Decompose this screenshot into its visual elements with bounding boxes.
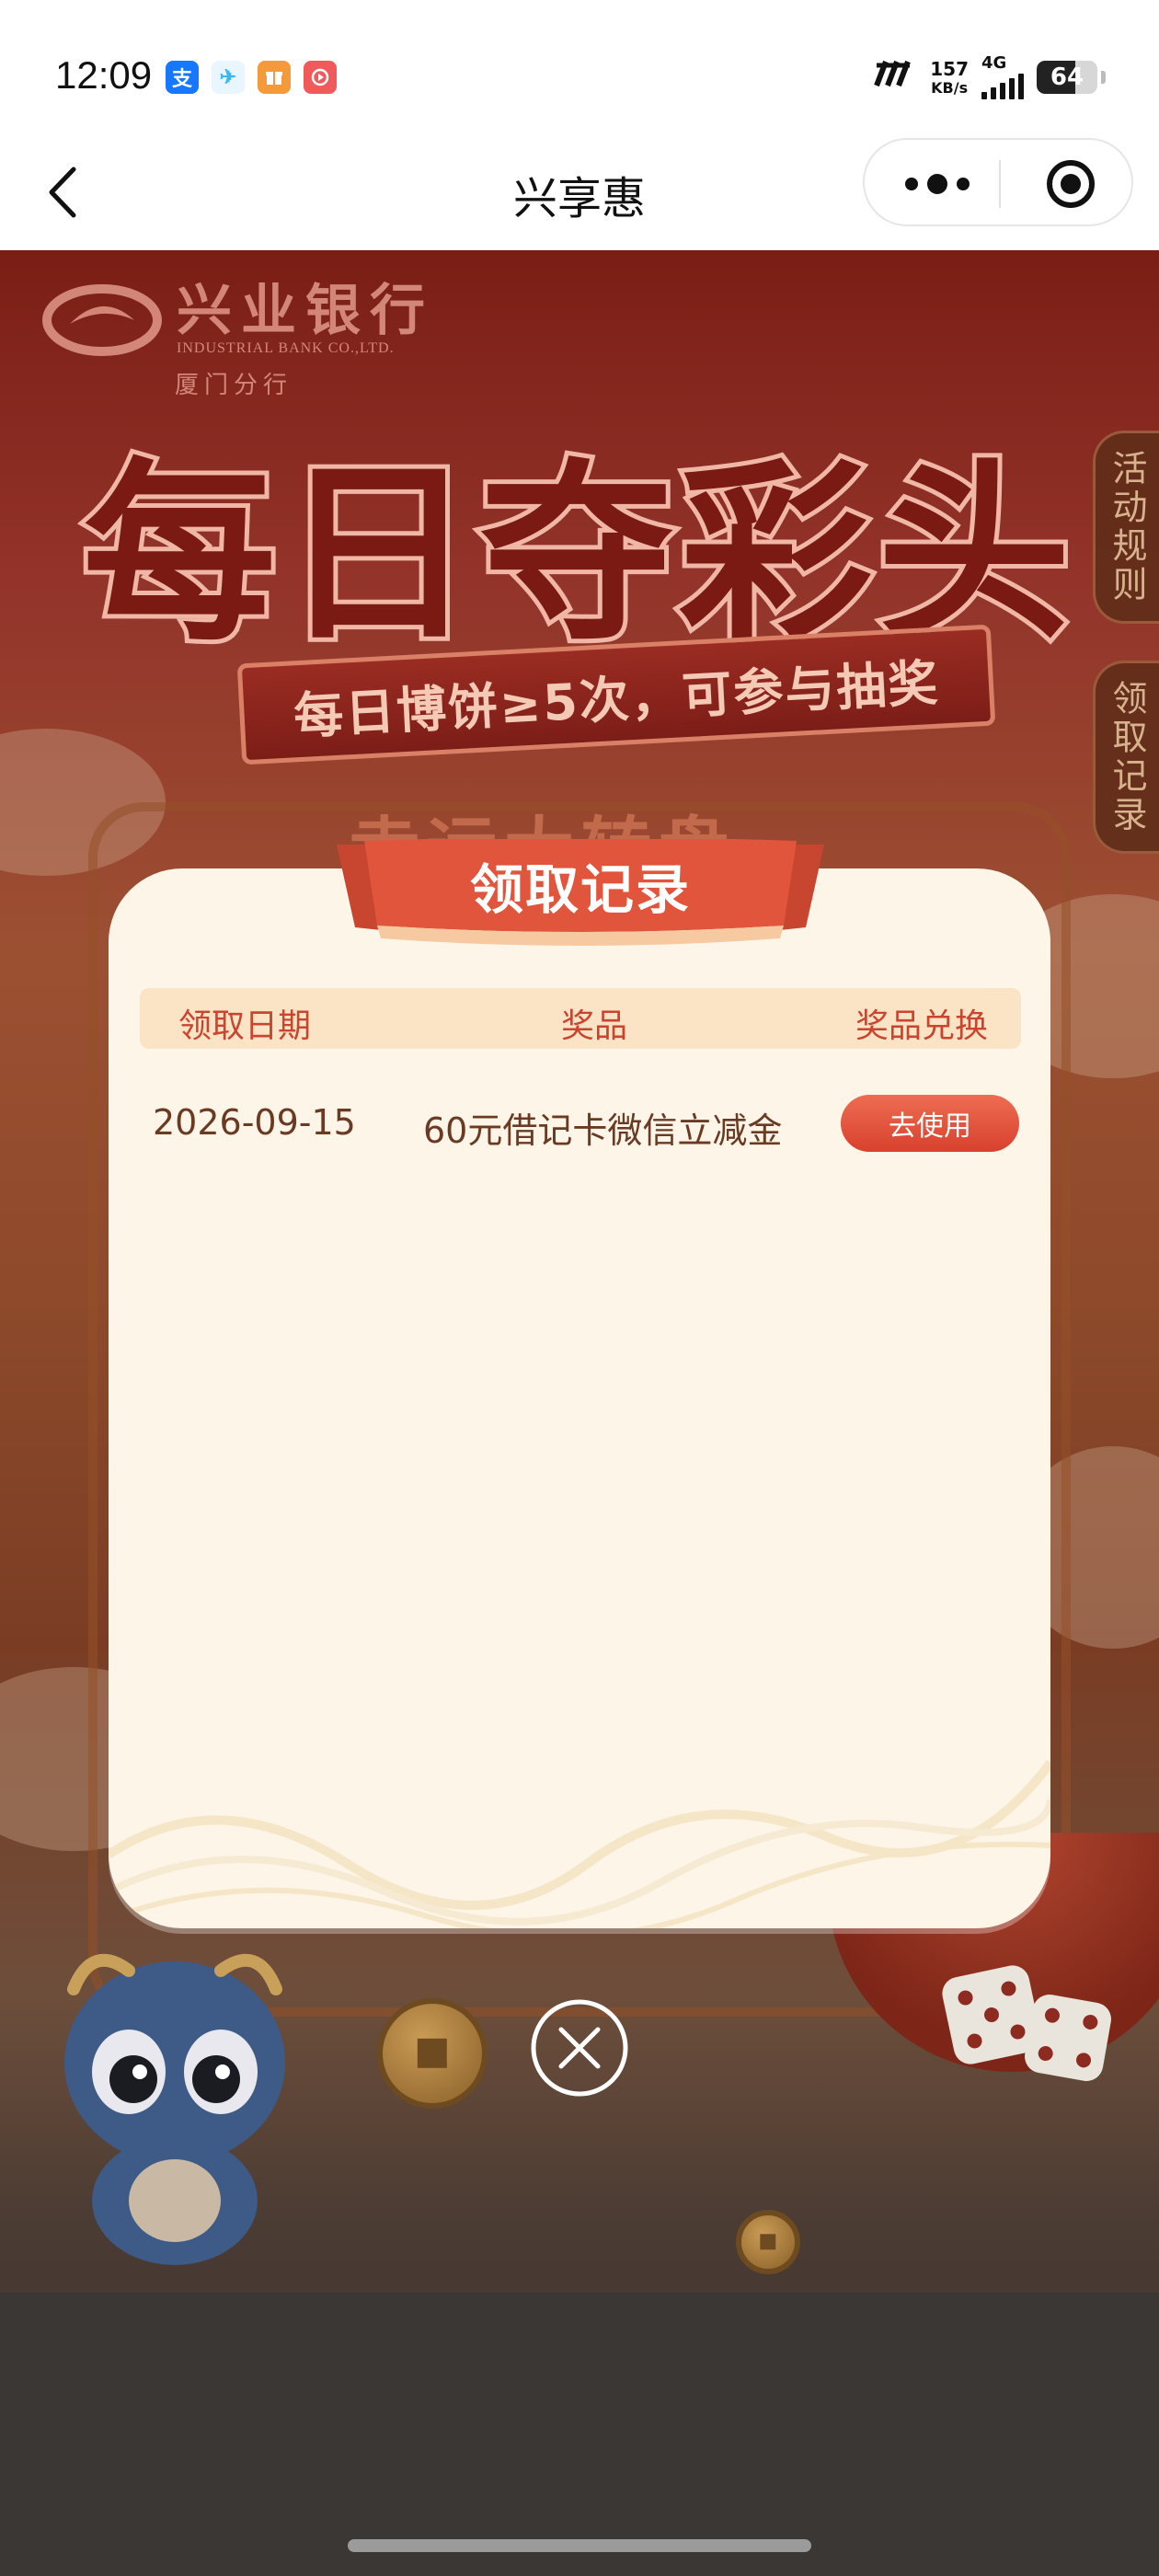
row-prize: 60元借记卡微信立减金 — [423, 1110, 783, 1151]
network-speed-value: 157 — [930, 57, 969, 80]
status-time: 12:09 — [55, 53, 153, 97]
modal-title-ribbon: 领取记录 — [337, 837, 824, 949]
status-bar: 12:09 支 ✈ 157 KB/s 4G 64 — [0, 0, 1159, 138]
industrial-bank-logo-icon — [42, 284, 162, 356]
bank-name: 兴业银行 — [177, 279, 434, 343]
close-modal-button[interactable] — [530, 1998, 629, 2098]
close-mini-program-button[interactable] — [1045, 158, 1096, 210]
battery-icon: 64 — [1037, 61, 1097, 94]
side-tab-records[interactable]: 领取记录 — [1093, 661, 1159, 854]
side-tab-rules-label: 活动规则 — [1107, 450, 1147, 604]
shop-app-icon — [258, 61, 291, 94]
column-header-prize: 奖品 — [561, 1007, 628, 1045]
paper-plane-app-icon: ✈ — [212, 61, 245, 94]
cellular-signal-icon: 4G — [981, 55, 1024, 99]
table-header: 领取日期 奖品 奖品兑换 — [140, 988, 1021, 1049]
side-tab-rules[interactable]: 活动规则 — [1093, 431, 1159, 624]
bank-branch: 厦门分行 — [175, 372, 293, 399]
network-speed: 157 KB/s — [930, 60, 969, 96]
hero-subtitle: 每日博饼≥5次，可参与抽奖 — [292, 653, 941, 745]
coin-icon — [377, 1998, 488, 2109]
side-tab-records-label: 领取记录 — [1107, 680, 1147, 834]
more-dot-icon — [905, 178, 918, 190]
coin-icon — [736, 2210, 800, 2274]
mini-program-capsule — [863, 138, 1133, 226]
battery-nub — [1101, 71, 1106, 84]
video-app-icon — [304, 61, 337, 94]
dice-icon — [1022, 1992, 1114, 2084]
modal-title: 领取记录 — [469, 858, 691, 921]
nfc-icon — [873, 59, 917, 96]
row-date: 2026-09-15 — [153, 1102, 356, 1143]
bank-logo: 兴业银行 INDUSTRIAL BANK CO.,LTD. — [42, 283, 434, 357]
table-row: 2026-09-15 60元借记卡微信立减金 去使用 — [140, 1086, 1021, 1159]
target-icon — [1047, 160, 1095, 208]
network-speed-unit: KB/s — [931, 78, 969, 97]
more-dot-icon — [957, 178, 970, 190]
status-indicators: 157 KB/s 4G 64 — [873, 55, 1106, 99]
mini-program-nav-bar: 兴享惠 — [0, 138, 1159, 250]
home-indicator[interactable] — [348, 2539, 811, 2552]
use-prize-button[interactable]: 去使用 — [841, 1095, 1019, 1152]
column-header-date: 领取日期 — [178, 1007, 312, 1045]
more-dot-icon — [927, 174, 947, 194]
close-circle-icon — [531, 1999, 628, 2097]
modal-wave-decoration — [109, 1760, 1050, 1928]
capsule-divider — [999, 160, 1001, 208]
dragon-mascot-icon — [64, 1953, 285, 2265]
battery-level: 64 — [1050, 63, 1084, 91]
network-type: 4G — [981, 53, 1007, 73]
notification-icons: 支 ✈ — [166, 61, 337, 94]
alipay-icon: 支 — [166, 61, 199, 94]
more-options-button[interactable] — [905, 167, 970, 201]
column-header-redeem: 奖品兑换 — [855, 1007, 989, 1045]
